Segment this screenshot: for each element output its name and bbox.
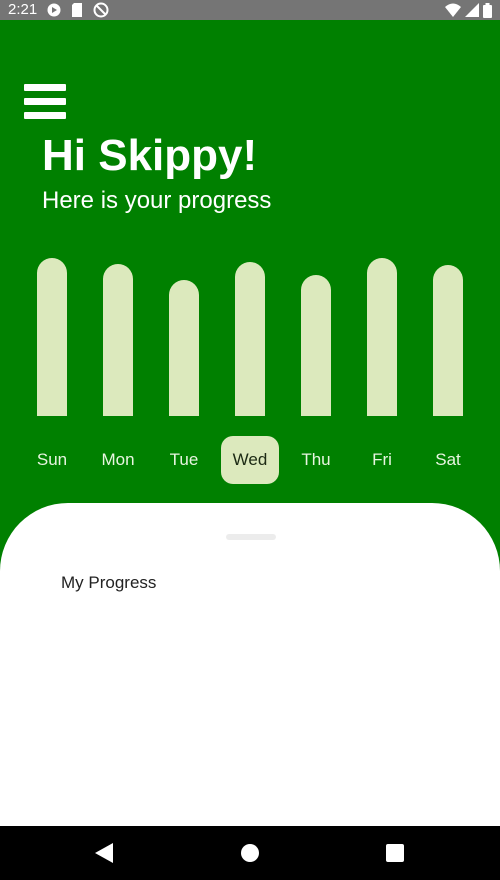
do-not-disturb-icon <box>93 2 109 18</box>
bar-thu[interactable] <box>301 275 331 416</box>
sd-card-icon <box>71 3 83 17</box>
recents-icon <box>386 844 404 862</box>
day-tab-mon[interactable]: Mon <box>89 436 147 484</box>
bar-fri[interactable] <box>367 258 397 416</box>
home-button[interactable] <box>220 826 280 880</box>
day-tab-fri[interactable]: Fri <box>353 436 411 484</box>
day-tab-wed[interactable]: Wed <box>221 436 279 484</box>
battery-icon <box>483 2 492 18</box>
greeting-title: Hi Skippy! <box>42 131 258 180</box>
day-tab-thu[interactable]: Thu <box>287 436 345 484</box>
day-tab-tue[interactable]: Tue <box>155 436 213 484</box>
bar-tue[interactable] <box>169 280 199 416</box>
home-icon <box>241 844 259 862</box>
day-tab-sun[interactable]: Sun <box>23 436 81 484</box>
sheet-drag-handle[interactable] <box>226 534 276 540</box>
sheet-title: My Progress <box>61 573 157 592</box>
menu-button[interactable] <box>22 82 68 122</box>
recents-button[interactable] <box>365 826 425 880</box>
bar-wed[interactable] <box>235 262 265 416</box>
bar-sat[interactable] <box>433 265 463 416</box>
status-bar: 2:21 <box>0 0 500 20</box>
play-store-icon <box>47 3 61 17</box>
day-tab-sat[interactable]: Sat <box>419 436 477 484</box>
menu-icon-line <box>24 84 66 91</box>
back-icon <box>95 843 113 863</box>
cellular-signal-icon <box>465 3 479 17</box>
wifi-icon <box>445 3 461 17</box>
bottom-sheet: My Progress <box>0 503 500 825</box>
status-time: 2:21 <box>8 1 38 18</box>
menu-icon-line <box>24 112 66 119</box>
back-button[interactable] <box>74 826 134 880</box>
bar-mon[interactable] <box>103 264 133 416</box>
navigation-bar <box>0 826 500 880</box>
progress-subtitle: Here is your progress <box>42 187 272 214</box>
bar-sun[interactable] <box>37 258 67 416</box>
menu-icon-line <box>24 98 66 105</box>
